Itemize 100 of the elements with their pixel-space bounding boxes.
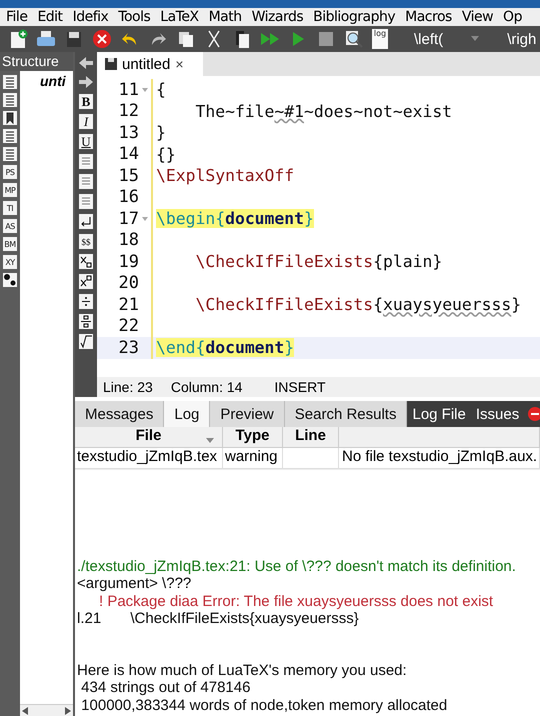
menu-item[interactable]: View: [462, 9, 494, 25]
panel-tab[interactable]: Preview: [210, 401, 285, 427]
code-line: \ExplSyntaxOff: [156, 166, 294, 186]
floppy-icon: [105, 58, 117, 70]
stop-icon[interactable]: [528, 407, 540, 421]
structure-tool[interactable]: TI: [3, 201, 17, 215]
bookmark-icon[interactable]: [3, 111, 17, 125]
log-line: 100000,383344 words of node,token memory allocated: [80, 696, 448, 714]
right-arrow-icon[interactable]: [78, 75, 94, 89]
division-icon[interactable]: [79, 294, 93, 309]
structure-tool[interactable]: MP: [3, 183, 17, 197]
panel-title: Structure: [0, 52, 73, 71]
magnifier-icon[interactable]: [344, 29, 364, 49]
floppy-icon[interactable]: [64, 29, 84, 49]
fraction-icon[interactable]: [79, 314, 93, 329]
log-icon[interactable]: log: [372, 29, 388, 49]
line-number: 16: [118, 187, 139, 208]
structure-tool[interactable]: AS: [3, 219, 17, 233]
line-number: 21: [118, 294, 139, 315]
lines-icon[interactable]: [3, 93, 17, 107]
italic-tool[interactable]: I: [79, 114, 93, 129]
menu-item[interactable]: Macros: [405, 9, 452, 25]
status-mode: INSERT: [274, 379, 326, 395]
log-line: ./texstudio_jZmIqB.tex:21: Use of \??? doesn't match its definition.: [77, 558, 517, 575]
subscript-icon[interactable]: [79, 254, 93, 269]
code-line: \CheckIfFileExists{plain}: [194, 252, 442, 272]
list-icon[interactable]: [3, 75, 17, 89]
superscript-icon[interactable]: [79, 274, 93, 289]
menu-item[interactable]: Edit: [37, 9, 63, 25]
menu-item[interactable]: Wizards: [252, 9, 304, 25]
copy-icon[interactable]: [176, 29, 196, 49]
tree-item[interactable]: unti: [20, 71, 73, 89]
code-line: {}: [156, 144, 176, 164]
close-icon[interactable]: [92, 29, 112, 49]
bold-tool[interactable]: B: [79, 94, 93, 109]
log-line: Here is how much of LuaTeX's memory you used:: [77, 662, 408, 679]
line-number: 18: [118, 230, 139, 250]
printer-icon[interactable]: [36, 29, 56, 49]
menu-item[interactable]: Idefix: [72, 9, 108, 25]
table-cell: [283, 448, 339, 469]
delimiter-dropdown[interactable]: \left(: [414, 30, 480, 48]
log-line: <argument> \???: [77, 575, 192, 592]
left-arrow-icon[interactable]: [78, 56, 94, 70]
code-line: \end{document}: [156, 338, 294, 358]
status-column: Column: 14: [170, 379, 242, 395]
align-icon[interactable]: [79, 174, 93, 189]
line-number: 19: [118, 252, 139, 272]
menu-item[interactable]: Op: [503, 9, 522, 25]
line-number: 14: [118, 144, 139, 164]
delimiter-label[interactable]: \righ: [507, 30, 536, 48]
status-line: Line: 23: [103, 379, 153, 395]
line-number: 20: [118, 273, 139, 294]
new-file-icon[interactable]: [8, 29, 28, 49]
math-tool[interactable]: $$: [79, 234, 93, 249]
table-cell: texstudio_jZmIqB.tex: [75, 448, 223, 469]
panel-tab[interactable]: Search Results: [284, 401, 408, 427]
stop-square-icon[interactable]: [316, 29, 336, 49]
align-icon[interactable]: [79, 154, 93, 169]
line-number: 12: [118, 101, 139, 122]
code-line: }: [156, 123, 166, 142]
editor-tab[interactable]: untitled ×: [97, 52, 203, 76]
align-icon[interactable]: [79, 194, 93, 209]
table-cell: warning: [223, 448, 283, 469]
structure-tool[interactable]: BM: [3, 237, 17, 251]
menu-item[interactable]: Math: [208, 9, 242, 25]
close-button[interactable]: ×: [175, 56, 184, 72]
scroll-left-icon[interactable]: [22, 706, 28, 714]
sort-caret-icon: [206, 438, 214, 444]
line-number: 15: [118, 166, 139, 186]
line-number: 17: [118, 208, 139, 229]
menu-item[interactable]: Bibliography: [313, 9, 396, 25]
menu-item[interactable]: Tools: [118, 9, 150, 25]
structure-tool[interactable]: PS: [3, 165, 17, 179]
line-number: 11: [118, 80, 139, 100]
column-header[interactable]: Type: [223, 427, 283, 448]
panel-tab[interactable]: Log: [164, 401, 210, 427]
scroll-right-icon[interactable]: [65, 706, 71, 714]
menu-item[interactable]: LaTeX: [160, 9, 199, 25]
column-header[interactable]: Line: [283, 427, 339, 448]
line-number: 22: [118, 316, 139, 336]
line-number: 23: [118, 338, 139, 358]
dropdown-caret-icon: [471, 36, 480, 42]
code-line: {: [156, 80, 166, 100]
table-cell: No file texstudio_jZmIqB.aux.: [339, 448, 540, 469]
structure-tool[interactable]: XY: [3, 255, 17, 269]
dots-icon[interactable]: [3, 273, 17, 287]
line-number: 13: [118, 122, 139, 143]
log-line: 434 strings out of 478146: [80, 679, 252, 696]
square-root-icon[interactable]: [79, 334, 93, 349]
column-header[interactable]: File: [75, 427, 223, 448]
horizontal-scrollbar[interactable]: [20, 704, 73, 716]
underline-tool[interactable]: U: [79, 134, 93, 149]
menu-item[interactable]: File: [6, 9, 28, 25]
code-line: \begin{document}: [156, 209, 314, 228]
log-line: ! Package diaa Error: The file xuaysyeuersss does not exist: [98, 592, 494, 610]
code-line: \CheckIfFileExists{xuaysyeuersss}: [194, 295, 522, 314]
panel-tab[interactable]: Messages: [75, 401, 164, 427]
code-line: The~file~#1~does~not~exist: [194, 102, 452, 121]
return-icon[interactable]: [79, 214, 93, 229]
log-line: l.21 \CheckIfFileExists{xuaysyeuersss}: [77, 610, 360, 628]
